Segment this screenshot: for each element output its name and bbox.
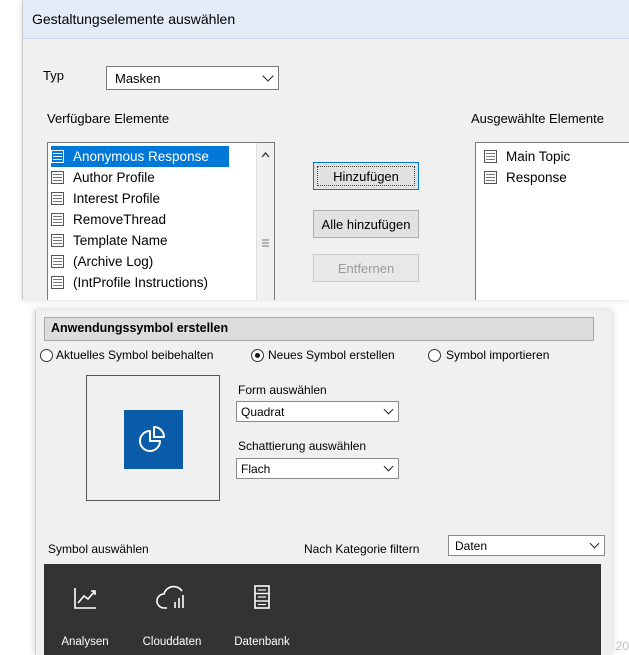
category-filter-label: Nach Kategorie filtern	[304, 542, 420, 556]
form-icon	[51, 234, 64, 247]
dialog-titlebar: Gestaltungselemente auswählen	[23, 0, 629, 39]
select-design-elements-dialog: Gestaltungselemente auswählen Typ Masken…	[22, 0, 629, 300]
list-item[interactable]: Author Profile	[51, 167, 155, 188]
category-select-value: Daten	[455, 539, 488, 553]
list-item[interactable]: Template Name	[51, 230, 168, 251]
chevron-down-icon	[262, 70, 274, 82]
panel-title: Anwendungssymbol erstellen	[51, 321, 229, 335]
form-icon	[51, 276, 64, 289]
create-app-icon-panel: Anwendungssymbol erstellen Aktuelles Sym…	[35, 310, 612, 655]
shade-label: Schattierung auswählen	[238, 439, 367, 453]
list-item-label: Response	[506, 170, 567, 185]
scroll-up-icon	[261, 152, 270, 158]
form-icon	[51, 171, 64, 184]
list-item-label: (IntProfile Instructions)	[73, 275, 209, 290]
list-item[interactable]: RemoveThread	[51, 209, 166, 230]
symbol-gallery: Analysen Clouddaten Datenbank	[44, 564, 601, 655]
list-item-label: RemoveThread	[73, 212, 167, 227]
list-item-label: Author Profile	[73, 170, 155, 185]
gallery-item-label: Clouddaten	[142, 636, 202, 648]
add-all-button-label: Alle hinzufügen	[321, 217, 411, 232]
list-item[interactable]: Response	[484, 167, 567, 188]
add-all-button[interactable]: Alle hinzufügen	[313, 210, 419, 238]
radio-new-label: Neues Symbol erstellen	[268, 348, 395, 362]
form-icon	[51, 255, 64, 268]
cloud-data-icon	[156, 585, 184, 609]
list-item[interactable]: (IntProfile Instructions)	[51, 272, 208, 293]
list-item[interactable]: Interest Profile	[51, 188, 160, 209]
chevron-down-icon	[383, 404, 394, 415]
dialog-title: Gestaltungselemente auswählen	[32, 11, 236, 27]
radio-new-symbol[interactable]	[251, 349, 264, 362]
form-select-value: Quadrat	[241, 405, 285, 419]
selected-elements-label: Ausgewählte Elemente	[471, 111, 604, 126]
form-icon	[484, 150, 497, 163]
type-label: Typ	[43, 68, 64, 83]
radio-keep-symbol[interactable]	[40, 349, 53, 362]
gallery-item-analysen[interactable]: Analysen	[54, 564, 116, 655]
chart-icon	[74, 588, 96, 609]
shade-select-value: Flach	[241, 462, 271, 476]
scroll-grip-icon	[262, 239, 269, 247]
list-item[interactable]: Anonymous Response	[51, 146, 229, 167]
select-symbol-label: Symbol auswählen	[48, 542, 149, 556]
panel-header: Anwendungssymbol erstellen	[44, 317, 594, 341]
remove-button[interactable]: Entfernen	[313, 254, 419, 282]
radio-import-label: Symbol importieren	[446, 348, 550, 362]
type-select-value: Masken	[115, 71, 161, 86]
chevron-down-icon	[383, 461, 394, 472]
app-icon-preview	[124, 410, 183, 469]
list-scrollbar[interactable]	[256, 143, 274, 300]
list-item[interactable]: (Archive Log)	[51, 251, 153, 272]
category-select[interactable]: Daten	[448, 535, 605, 556]
shade-select[interactable]: Flach	[236, 458, 399, 479]
available-elements-list[interactable]: Anonymous Response Author Profile Intere…	[47, 142, 275, 300]
database-icon	[254, 585, 270, 609]
pie-chart-icon	[139, 426, 165, 452]
list-item-label: (Archive Log)	[73, 254, 154, 269]
page-number: 20	[615, 639, 629, 653]
form-icon	[51, 213, 64, 226]
list-item[interactable]: Main Topic	[484, 146, 570, 167]
form-icon	[51, 192, 64, 205]
chevron-down-icon	[589, 538, 600, 549]
available-elements-label: Verfügbare Elemente	[47, 111, 170, 126]
icon-preview	[86, 375, 220, 501]
gallery-item-label: Analysen	[61, 636, 109, 648]
remove-button-label: Entfernen	[337, 261, 395, 276]
gallery-item-datenbank[interactable]: Datenbank	[229, 564, 295, 655]
list-item-label: Main Topic	[506, 149, 571, 164]
form-select[interactable]: Quadrat	[236, 401, 399, 422]
add-button[interactable]: Hinzufügen	[313, 162, 419, 190]
form-icon	[51, 150, 64, 163]
selected-elements-list[interactable]: Main Topic Response	[475, 142, 629, 300]
form-icon	[484, 171, 497, 184]
gallery-item-clouddaten[interactable]: Clouddaten	[137, 564, 207, 655]
add-button-label: Hinzufügen	[333, 169, 399, 184]
gallery-item-label: Datenbank	[234, 636, 290, 648]
radio-import-symbol[interactable]	[428, 349, 441, 362]
list-item-label: Interest Profile	[73, 191, 161, 206]
form-label: Form auswählen	[238, 383, 327, 397]
list-item-label: Template Name	[73, 233, 168, 248]
list-item-label: Anonymous Response	[73, 149, 209, 164]
type-select[interactable]: Masken	[106, 66, 279, 90]
radio-keep-label: Aktuelles Symbol beibehalten	[56, 348, 214, 362]
